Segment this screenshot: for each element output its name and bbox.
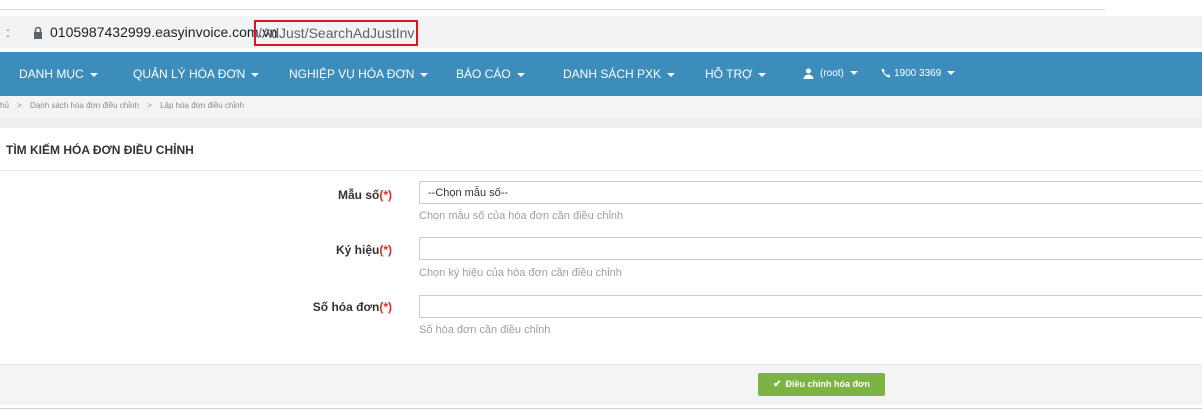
- adjust-invoice-button[interactable]: ✔ Điều chỉnh hóa đơn: [758, 373, 885, 396]
- nav-label: DANH MỤC: [19, 67, 84, 81]
- caret-down-icon: [667, 72, 676, 77]
- nav-quan-ly-hoa-don[interactable]: QUẢN LÝ HÓA ĐƠN: [133, 52, 260, 96]
- caret-down-icon: [89, 72, 98, 77]
- caret-down-icon: [516, 72, 525, 77]
- breadcrumb-list[interactable]: Danh sách hóa đơn điều chỉnh: [30, 101, 139, 110]
- caret-down-icon: [947, 71, 956, 76]
- tab-strip-divider: [0, 9, 1105, 10]
- label-text: Mẫu số: [337, 188, 380, 202]
- nav-danh-muc[interactable]: DANH MỤC: [19, 52, 98, 96]
- nav-user-menu[interactable]: (root): [803, 52, 858, 96]
- ky-hieu-label: Ký hiệu(*): [336, 243, 392, 257]
- label-text: Ký hiệu: [335, 243, 380, 257]
- required-mark: (*): [379, 188, 392, 202]
- label-text: Số hóa đơn: [312, 300, 380, 314]
- ky-hieu-input[interactable]: [419, 237, 1202, 260]
- url-domain[interactable]: 0105987432999.easyinvoice.com.vn: [50, 24, 277, 40]
- content-area: TÌM KIẾM HÓA ĐƠN ĐIỀU CHỈNH Mẫu số(*) --…: [0, 118, 1202, 412]
- breadcrumb-home[interactable]: hủ: [0, 101, 9, 110]
- nav-danh-sach-pxk[interactable]: DANH SÁCH PXK: [563, 52, 676, 96]
- breadcrumb-current: Lập hóa đơn điều chỉnh: [160, 101, 245, 110]
- ky-hieu-help: Chọn ký hiệu của hóa đơn cần điều chỉnh: [419, 267, 622, 279]
- required-mark: (*): [379, 243, 392, 257]
- nav-label: BÁO CÁO: [456, 67, 511, 81]
- caret-down-icon: [849, 71, 858, 76]
- button-label: Điều chỉnh hóa đơn: [785, 379, 870, 389]
- caret-down-icon: [251, 72, 260, 77]
- nav-label: NGHIỆP VỤ HÓA ĐƠN: [289, 67, 415, 81]
- check-icon: ✔: [773, 379, 782, 390]
- mau-so-select[interactable]: --Chọn mẫu số--: [419, 181, 1202, 204]
- panel-divider: [0, 170, 1202, 171]
- breadcrumb-separator: >: [147, 101, 152, 110]
- nav-label: QUẢN LÝ HÓA ĐƠN: [133, 67, 246, 81]
- phone-number: 1900 3369: [894, 68, 942, 79]
- nav-ho-tro[interactable]: HỖ TRỢ: [705, 52, 767, 96]
- lock-icon[interactable]: [31, 26, 45, 40]
- so-hoa-don-label: Số hóa đơn(*): [313, 300, 392, 314]
- so-hoa-don-input[interactable]: [419, 295, 1202, 318]
- mau-so-help: Chọn mẫu số của hóa đơn cần điều chỉnh: [419, 210, 624, 222]
- page-title: TÌM KIẾM HÓA ĐƠN ĐIỀU CHỈNH: [6, 143, 194, 157]
- caret-down-icon: [758, 72, 767, 77]
- bottom-divider: [0, 408, 1202, 409]
- nav-label: HỖ TRỢ: [705, 67, 753, 81]
- required-mark: (*): [379, 300, 392, 314]
- url-path-highlight[interactable]: /AdJust/SearchAdJustInv: [254, 20, 419, 46]
- nav-nghiep-vu-hoa-don[interactable]: NGHIỆP VỤ HÓA ĐƠN: [289, 52, 429, 96]
- so-hoa-don-help: Số hóa đơn cần điều chỉnh: [419, 324, 551, 336]
- breadcrumb: hủ > Danh sách hóa đơn điều chỉnh > Lập …: [0, 96, 1202, 118]
- user-name: (root): [820, 68, 844, 79]
- main-navbar: DANH MỤC QUẢN LÝ HÓA ĐƠN NGHIỆP VỤ HÓA Đ…: [0, 52, 1202, 96]
- caret-down-icon: [420, 72, 429, 77]
- breadcrumb-separator: >: [17, 101, 22, 110]
- nav-fragment: :: [6, 24, 10, 40]
- search-panel: TÌM KIẾM HÓA ĐƠN ĐIỀU CHỈNH Mẫu số(*) --…: [0, 128, 1202, 412]
- user-icon: [803, 68, 814, 79]
- form-footer: ✔ Điều chỉnh hóa đơn: [0, 364, 1202, 405]
- phone-icon: [881, 68, 891, 78]
- browser-address-bar: : 0105987432999.easyinvoice.com.vn /AdJu…: [0, 0, 1202, 50]
- nav-bao-cao[interactable]: BÁO CÁO: [456, 52, 525, 96]
- nav-label: DANH SÁCH PXK: [563, 67, 662, 81]
- mau-so-label: Mẫu số(*): [338, 188, 392, 202]
- nav-phone[interactable]: 1900 3369: [881, 52, 956, 96]
